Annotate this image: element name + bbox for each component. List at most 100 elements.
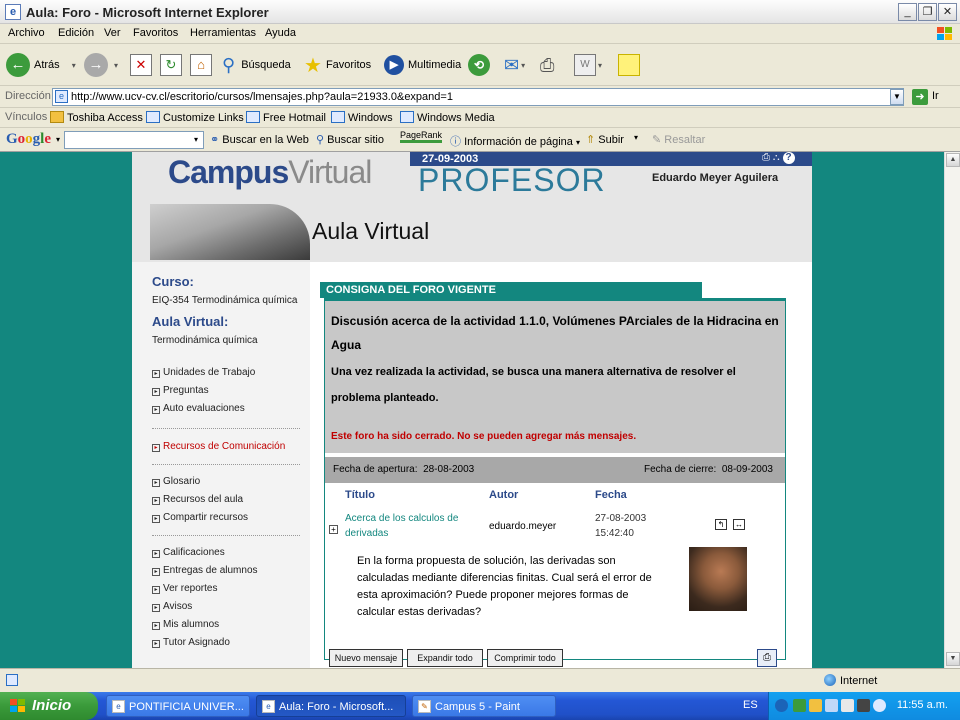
- pagerank-indicator[interactable]: PageRank: [400, 130, 443, 143]
- page-icon: [146, 111, 160, 123]
- google-menu-chevron-icon[interactable]: ▾: [56, 135, 60, 144]
- task-pontificia[interactable]: e PONTIFICIA UNIVER...: [106, 695, 250, 717]
- address-dropdown-icon[interactable]: ▼: [890, 89, 904, 105]
- column-date: Fecha: [595, 489, 627, 501]
- sitemap-icon[interactable]: ⛬: [773, 152, 780, 163]
- sidebar-item-calificaciones[interactable]: ▸ Calificaciones: [152, 547, 225, 558]
- header-tools: ⎙ ⛬ ?: [762, 152, 795, 164]
- volume-icon[interactable]: [841, 699, 854, 712]
- expand-all-button[interactable]: Expandir todo: [407, 649, 483, 667]
- stop-button[interactable]: ✕: [130, 50, 152, 80]
- scroll-up-icon[interactable]: ▲: [946, 153, 960, 167]
- tray-app-icon[interactable]: [809, 699, 822, 712]
- link-windows[interactable]: Windows: [331, 111, 393, 124]
- page-info-button[interactable]: ⓘ Información de página ▾: [450, 133, 580, 149]
- info-icon: ⓘ: [450, 136, 461, 148]
- system-tray: ES 11:55 a.m.: [743, 692, 960, 720]
- tray-app-icon[interactable]: [793, 699, 806, 712]
- google-search-dropdown-icon[interactable]: ▾: [194, 135, 198, 144]
- message-author: eduardo.meyer: [489, 521, 557, 532]
- language-indicator[interactable]: ES: [743, 699, 758, 711]
- start-button[interactable]: Inicio: [0, 692, 98, 720]
- sidebar-item-recursos-comunicacion[interactable]: ▸ Recursos de Comunicación: [152, 441, 285, 452]
- forward-arrow-icon: →: [84, 53, 108, 77]
- history-button[interactable]: ⟲: [468, 50, 490, 80]
- menu-ayuda[interactable]: Ayuda: [265, 27, 296, 39]
- home-button[interactable]: ⌂: [190, 50, 212, 80]
- mail-button[interactable]: ✉ ▾: [504, 50, 525, 80]
- page-icon: e: [55, 90, 68, 103]
- google-logo[interactable]: Google: [6, 131, 51, 148]
- minimize-button[interactable]: _: [898, 3, 917, 21]
- edit-button[interactable]: W ▾: [574, 50, 602, 80]
- go-arrow-icon[interactable]: ➜: [912, 89, 928, 105]
- search-icon: ⚲: [222, 54, 236, 75]
- edit-icon: W: [574, 54, 596, 76]
- forward-button[interactable]: → ▾: [84, 50, 118, 80]
- search-site-button[interactable]: ⚲ Buscar sitio: [316, 133, 384, 146]
- go-button[interactable]: Ir: [932, 90, 939, 102]
- sidebar-item-compartir-recursos[interactable]: ▸ Compartir recursos: [152, 512, 248, 523]
- tray-app-icon[interactable]: [857, 699, 870, 712]
- sidebar-item-reportes[interactable]: ▸ Ver reportes: [152, 583, 217, 594]
- search-tray-icon[interactable]: [873, 699, 886, 712]
- media-button[interactable]: ▶ Multimedia: [384, 50, 461, 80]
- sidebar-item-recursos-aula[interactable]: ▸ Recursos del aula: [152, 494, 243, 505]
- collapse-all-button[interactable]: Comprimir todo: [487, 649, 563, 667]
- task-paint[interactable]: ✎ Campus 5 - Paint: [412, 695, 556, 717]
- google-search-input[interactable]: [64, 131, 204, 149]
- up-button[interactable]: ⇑ Subir: [586, 133, 624, 146]
- address-input[interactable]: e http://www.ucv-cv.cl/escritorio/cursos…: [52, 88, 904, 106]
- sidebar-item-tutor[interactable]: ▸ Tutor Asignado: [152, 637, 230, 648]
- link-toshiba-access[interactable]: Toshiba Access: [50, 111, 143, 124]
- forum-description: Una vez realizada la actividad, se busca…: [331, 366, 736, 404]
- reply-icon[interactable]: ↰: [715, 519, 727, 530]
- menu-favoritos[interactable]: Favoritos: [133, 27, 178, 39]
- search-button[interactable]: ⚲ Búsqueda: [222, 50, 291, 80]
- scroll-down-icon[interactable]: ▼: [946, 652, 960, 666]
- star-icon: ★: [304, 54, 322, 77]
- message-title-link[interactable]: Acerca de los calculos de derivadas: [345, 511, 485, 541]
- status-bar: Internet: [0, 668, 960, 692]
- maximize-button[interactable]: ❐: [918, 3, 937, 21]
- menu-edicion[interactable]: Edición: [58, 27, 94, 39]
- help-icon[interactable]: ?: [782, 152, 795, 164]
- windows-logo-icon: [937, 27, 952, 40]
- search-web-button[interactable]: ⚭ Buscar en la Web: [210, 133, 309, 146]
- print-icon[interactable]: ⎙: [762, 152, 770, 163]
- sidebar-item-auto-evaluaciones[interactable]: ▸ Auto evaluaciones: [152, 403, 245, 414]
- column-author: Autor: [489, 489, 519, 501]
- forum-closed-notice: Este foro ha sido cerrado. No se pueden …: [331, 431, 637, 442]
- new-message-button[interactable]: Nuevo mensaje: [329, 649, 403, 667]
- address-label: Dirección: [5, 90, 51, 102]
- close-button[interactable]: ✕: [938, 3, 957, 21]
- link-windows-media[interactable]: Windows Media: [400, 111, 495, 124]
- expand-width-icon[interactable]: ↔: [733, 519, 745, 530]
- sidebar-item-glosario[interactable]: ▸ Glosario: [152, 476, 200, 487]
- menu-ver[interactable]: Ver: [104, 27, 121, 39]
- sidebar-item-preguntas[interactable]: ▸ Preguntas: [152, 385, 209, 396]
- task-aula-foro[interactable]: e Aula: Foro - Microsoft...: [256, 695, 406, 717]
- highlight-button[interactable]: ✎ Resaltar: [652, 133, 705, 146]
- close-date: Fecha de cierre: 08-09-2003: [644, 464, 773, 475]
- sidebar-item-unidades[interactable]: ▸ Unidades de Trabajo: [152, 367, 255, 378]
- back-tray-icon[interactable]: [775, 699, 788, 712]
- notes-button[interactable]: [618, 50, 640, 80]
- back-button[interactable]: ← Atrás ▾: [6, 50, 76, 80]
- network-icon[interactable]: [825, 699, 838, 712]
- sidebar-item-avisos[interactable]: ▸ Avisos: [152, 601, 192, 612]
- vertical-scrollbar[interactable]: ▲ ▼: [944, 152, 960, 668]
- menu-herramientas[interactable]: Herramientas: [190, 27, 256, 39]
- sidebar-item-entregas[interactable]: ▸ Entregas de alumnos: [152, 565, 258, 576]
- refresh-button[interactable]: ↻: [160, 50, 182, 80]
- link-customize-links[interactable]: Customize Links: [146, 111, 244, 124]
- expand-message-icon[interactable]: +: [329, 525, 338, 534]
- toolbar: ← Atrás ▾ → ▾ ✕ ↻ ⌂ ⚲ Búsqueda ★ Favorit…: [0, 44, 960, 86]
- menu-archivo[interactable]: Archivo: [8, 27, 45, 39]
- print-button[interactable]: ⎙: [540, 50, 554, 80]
- sidebar-item-mis-alumnos[interactable]: ▸ Mis alumnos: [152, 619, 219, 630]
- favorites-button[interactable]: ★ Favoritos: [304, 50, 371, 80]
- print-forum-icon[interactable]: ⎙: [757, 649, 777, 667]
- link-free-hotmail[interactable]: Free Hotmail: [246, 111, 326, 124]
- up-dropdown-icon[interactable]: ▾: [634, 133, 638, 142]
